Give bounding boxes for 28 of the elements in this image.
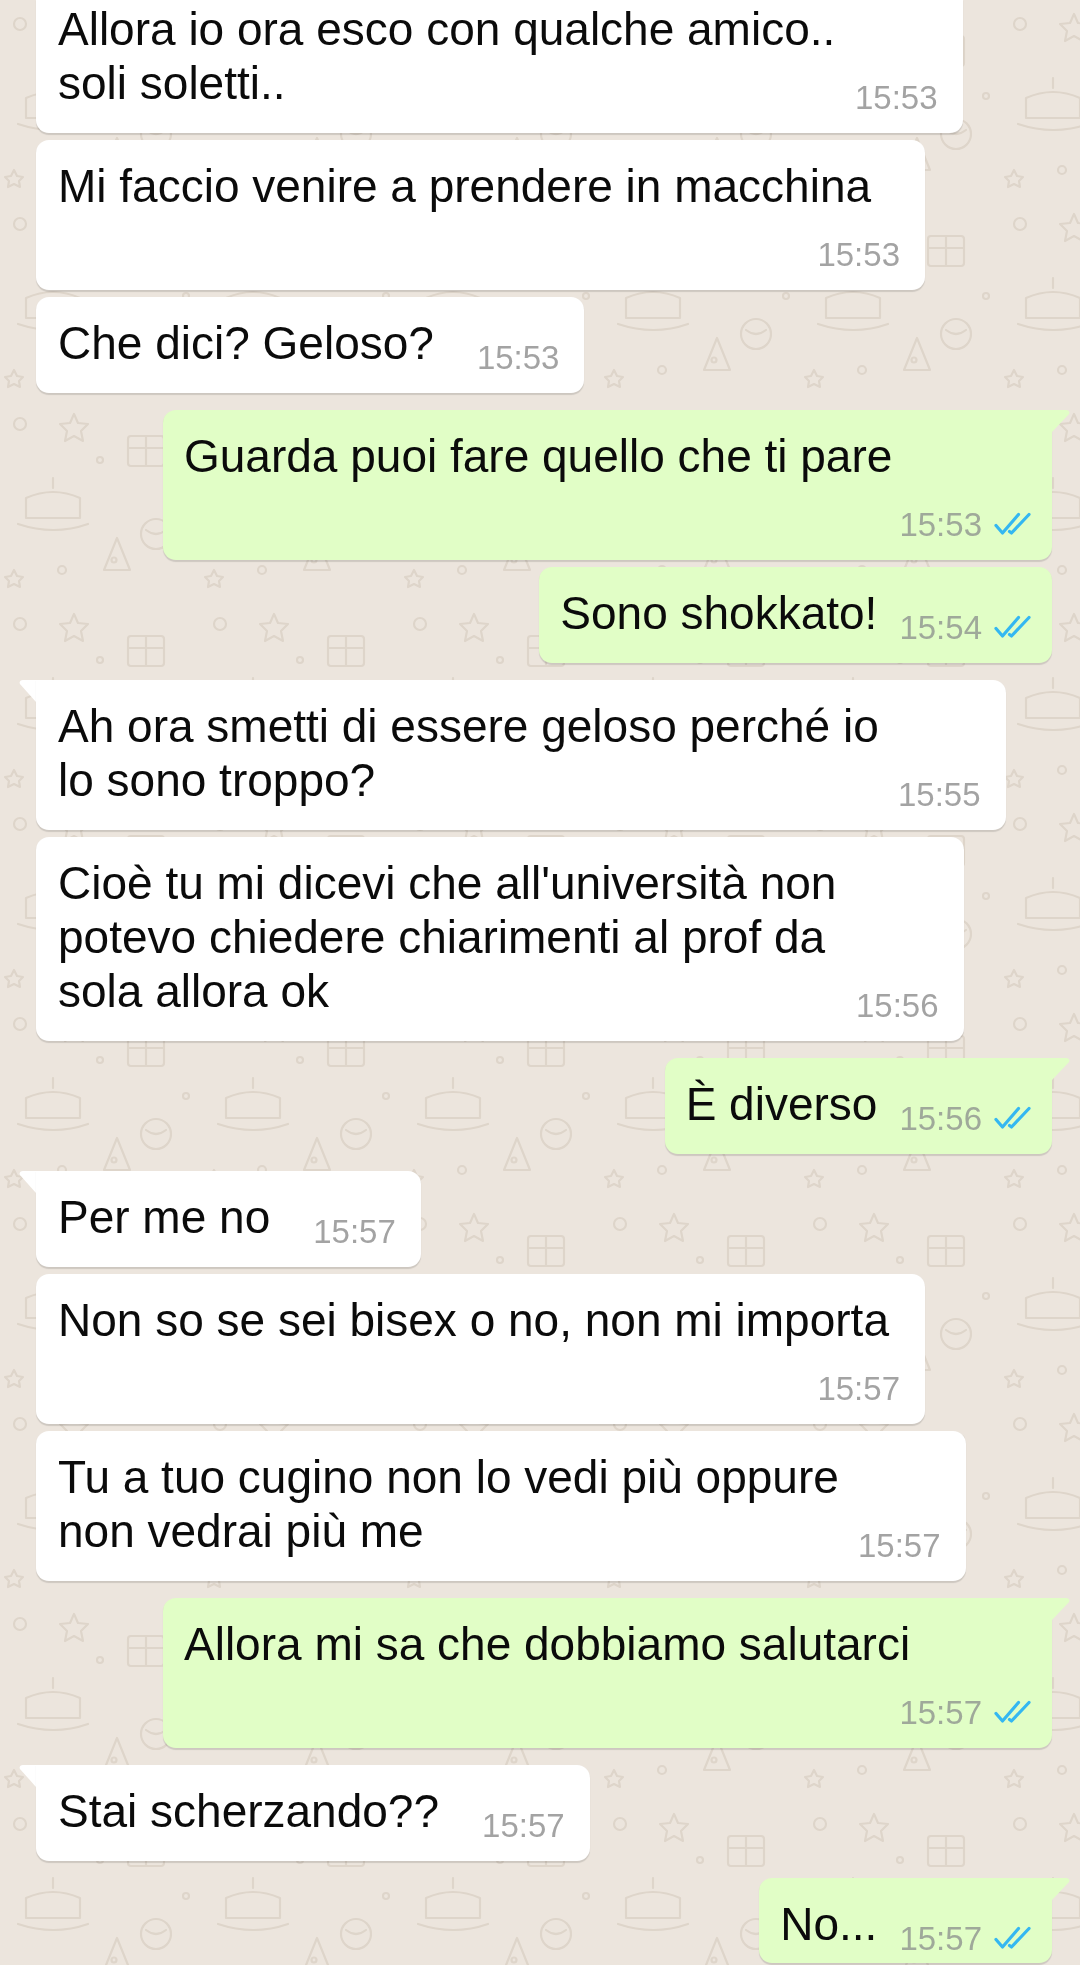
message-text: Ah ora smetti di essere geloso perché io lo sono troppo?: [58, 699, 880, 807]
message-text: Tu a tuo cugino non lo vedi più oppure non vedrai più me: [58, 1450, 840, 1558]
message-text: Allora mi sa che dobbiamo salutarci: [184, 1617, 911, 1671]
message-time: 15:55: [898, 776, 981, 813]
message-time: 15:57: [899, 1920, 982, 1957]
message-text: Mi faccio venire a prendere in macchina: [58, 159, 872, 213]
message-time: 15:54: [899, 609, 982, 646]
message-text: Guarda puoi fare quello che ti pare: [184, 429, 893, 483]
message-time: 15:57: [313, 1213, 396, 1250]
message-time: 15:57: [482, 1807, 565, 1844]
message-text: Che dici? Geloso?: [58, 316, 434, 370]
message-time: 15:53: [476, 339, 560, 376]
message-time: 15:53: [855, 79, 938, 116]
message-text: Non so se sei bisex o no, non mi importa: [58, 1293, 889, 1347]
message-text: Cioè tu mi dicevi che all'università non potevo chiedere chiarimenti al prof da sola allora ok: [58, 856, 838, 1018]
message-text: Stai scherzando??: [58, 1784, 440, 1838]
message-time: 15:57: [817, 1370, 900, 1407]
message-time: 15:56: [899, 1100, 982, 1137]
message-time: 15:57: [899, 1694, 982, 1731]
message-text: È diverso: [685, 1077, 878, 1131]
message-time: 15:56: [856, 987, 939, 1024]
message-time: 15:53: [899, 506, 982, 543]
message-text: Per me no: [58, 1190, 271, 1244]
message-text: No...: [780, 1897, 878, 1951]
message-text: Sono shokkato!: [560, 586, 878, 640]
message-time: 15:57: [858, 1527, 941, 1564]
message-time: 15:53: [817, 236, 900, 273]
message-text: Allora io ora esco con qualche amico.. soli soletti..: [58, 2, 837, 110]
